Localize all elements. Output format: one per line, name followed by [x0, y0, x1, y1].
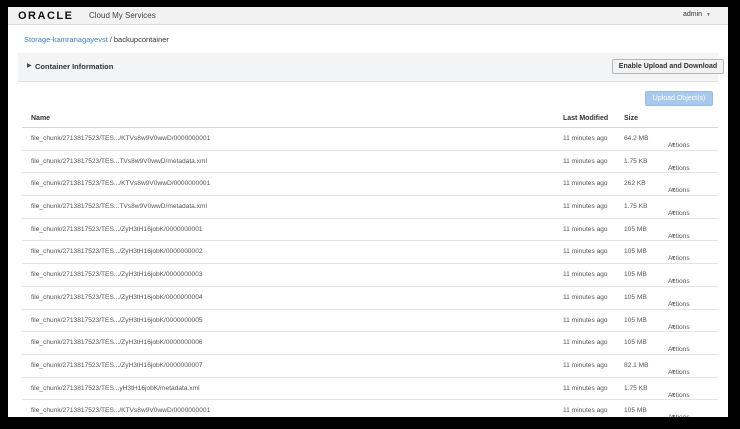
last-modified: 11 minutes ago: [563, 157, 608, 165]
object-name[interactable]: file_chunk/2713817523/TES.../KTVs8w9V0ww…: [31, 180, 210, 187]
table-row: file_chunk/2713817523/TES...TVs8w9V0wwD/…: [22, 196, 718, 219]
last-modified: 11 minutes ago: [563, 225, 608, 233]
object-size: 105 MB: [624, 271, 647, 279]
object-name[interactable]: file_chunk/2713817523/TES.../ZyH3tH16job…: [31, 248, 203, 255]
object-name[interactable]: file_chunk/2713817523/TES.../ZyH3tH16job…: [31, 317, 203, 324]
table-row: file_chunk/2713817523/TES...yH3tH16jobK/…: [22, 378, 718, 401]
last-modified: 11 minutes ago: [563, 180, 608, 188]
table-header: Name Last Modified Size: [22, 111, 718, 128]
object-name[interactable]: file_chunk/2713817523/TES...TVs8w9V0wwD/…: [31, 203, 207, 210]
object-size: 105 MB: [624, 248, 647, 256]
top-bar: ORACLE Cloud My Services admin ▼: [8, 7, 728, 25]
table-row: file_chunk/2713817523/TES.../ZyH3tH16job…: [22, 241, 718, 265]
object-size: 105 MB: [624, 293, 647, 301]
object-list: file_chunk/2713817523/TES.../KTVs8w9V0ww…: [22, 128, 718, 417]
last-modified: 11 minutes ago: [563, 135, 608, 142]
table-row: file_chunk/2713817523/TES.../KTVs8w9V0ww…: [22, 400, 718, 417]
table-row: file_chunk/2713817523/TES.../ZyH3tH16job…: [22, 219, 718, 242]
last-modified: 11 minutes ago: [563, 384, 608, 392]
column-header-last-modified[interactable]: Last Modified: [563, 115, 608, 122]
object-size: 105 MB: [624, 407, 647, 415]
object-size: 64.2 MB: [624, 135, 649, 142]
chevron-down-icon: ▼: [671, 414, 676, 417]
breadcrumb-current: backupcontainer: [113, 35, 169, 44]
last-modified: 11 minutes ago: [563, 316, 608, 324]
breadcrumb-link-storage[interactable]: Storage-kamranagayevst: [24, 35, 108, 44]
last-modified: 11 minutes ago: [563, 361, 608, 369]
container-information-panel: ▶ Container Information Enable Upload an…: [18, 53, 724, 82]
table-row: file_chunk/2713817523/TES.../ZyH3tH16job…: [22, 264, 718, 287]
chevron-down-icon: ▼: [671, 142, 676, 148]
object-size: 1.75 KB: [624, 203, 648, 211]
object-size: 105 MB: [624, 316, 647, 324]
object-size: 105 MB: [624, 225, 647, 233]
last-modified: 11 minutes ago: [563, 293, 608, 301]
last-modified: 11 minutes ago: [563, 339, 608, 347]
chevron-down-icon: ▼: [671, 278, 676, 285]
chevron-down-icon: ▼: [706, 12, 711, 18]
chevron-down-icon: ▼: [671, 210, 676, 217]
chevron-down-icon: ▼: [671, 391, 676, 398]
chevron-down-icon: ▼: [671, 300, 676, 307]
object-name[interactable]: file_chunk/2713817523/TES...yH3tH16jobK/…: [31, 385, 200, 392]
container-information-toggle[interactable]: Container Information: [35, 62, 113, 71]
chevron-down-icon: ▼: [671, 255, 676, 262]
table-row: file_chunk/2713817523/TES.../ZyH3tH16job…: [22, 310, 718, 333]
object-name[interactable]: file_chunk/2713817523/TES.../ZyH3tH16job…: [31, 271, 203, 278]
chevron-down-icon: ▼: [671, 164, 676, 171]
chevron-down-icon: ▼: [671, 232, 676, 239]
app-window: ORACLE Cloud My Services admin ▼ Storage-…: [8, 7, 728, 417]
last-modified: 11 minutes ago: [563, 271, 608, 279]
last-modified: 11 minutes ago: [563, 407, 608, 415]
object-name[interactable]: file_chunk/2713817523/TES.../ZyH3tH16job…: [31, 339, 203, 346]
oracle-logo: ORACLE: [18, 10, 74, 22]
object-name[interactable]: file_chunk/2713817523/TES.../KTVs8w9V0ww…: [31, 407, 210, 414]
object-name[interactable]: file_chunk/2713817523/TES.../ZyH3tH16job…: [31, 226, 203, 233]
chevron-down-icon: ▼: [671, 187, 676, 194]
object-size: 82.1 MB: [624, 361, 649, 369]
table-row: file_chunk/2713817523/TES.../KTVs8w9V0ww…: [22, 173, 718, 197]
user-menu[interactable]: admin ▼: [683, 11, 711, 18]
app-name: Cloud My Services: [89, 11, 156, 20]
object-name[interactable]: file_chunk/2713817523/TES.../KTVs8w9V0ww…: [31, 135, 210, 142]
object-size: 105 MB: [624, 339, 647, 347]
column-header-size[interactable]: Size: [624, 115, 638, 122]
upload-objects-button[interactable]: Upload Object(s): [645, 91, 713, 106]
object-name[interactable]: file_chunk/2713817523/TES...TVs8w9V0wwD/…: [31, 158, 207, 165]
object-name[interactable]: file_chunk/2713817523/TES.../ZyH3tH16job…: [31, 294, 203, 301]
chevron-down-icon: ▼: [671, 323, 676, 330]
user-name: admin: [682, 11, 703, 18]
table-row: file_chunk/2713817523/TES.../ZyH3tH16job…: [22, 355, 718, 378]
object-size: 262 KB: [624, 180, 646, 188]
column-header-name[interactable]: Name: [31, 115, 50, 122]
table-row: file_chunk/2713817523/TES.../ZyH3tH16job…: [22, 287, 718, 310]
object-name[interactable]: file_chunk/2713817523/TES.../ZyH3tH16job…: [31, 362, 203, 369]
breadcrumb: Storage-kamranagayevst / backupcontainer: [24, 35, 169, 44]
chevron-down-icon: ▼: [671, 346, 676, 353]
expand-triangle-icon[interactable]: ▶: [27, 62, 32, 69]
table-row: file_chunk/2713817523/TES...TVs8w9V0wwD/…: [22, 151, 718, 174]
table-row: file_chunk/2713817523/TES.../KTVs8w9V0ww…: [22, 128, 718, 151]
last-modified: 11 minutes ago: [563, 248, 608, 256]
table-row: file_chunk/2713817523/TES.../ZyH3tH16job…: [22, 332, 718, 355]
chevron-down-icon: ▼: [671, 368, 676, 375]
last-modified: 11 minutes ago: [563, 203, 608, 211]
object-size: 1.75 KB: [624, 157, 648, 165]
enable-upload-download-button[interactable]: Enable Upload and Download: [612, 59, 724, 74]
object-size: 1.75 KB: [624, 384, 648, 392]
breadcrumb-separator: /: [109, 35, 112, 44]
